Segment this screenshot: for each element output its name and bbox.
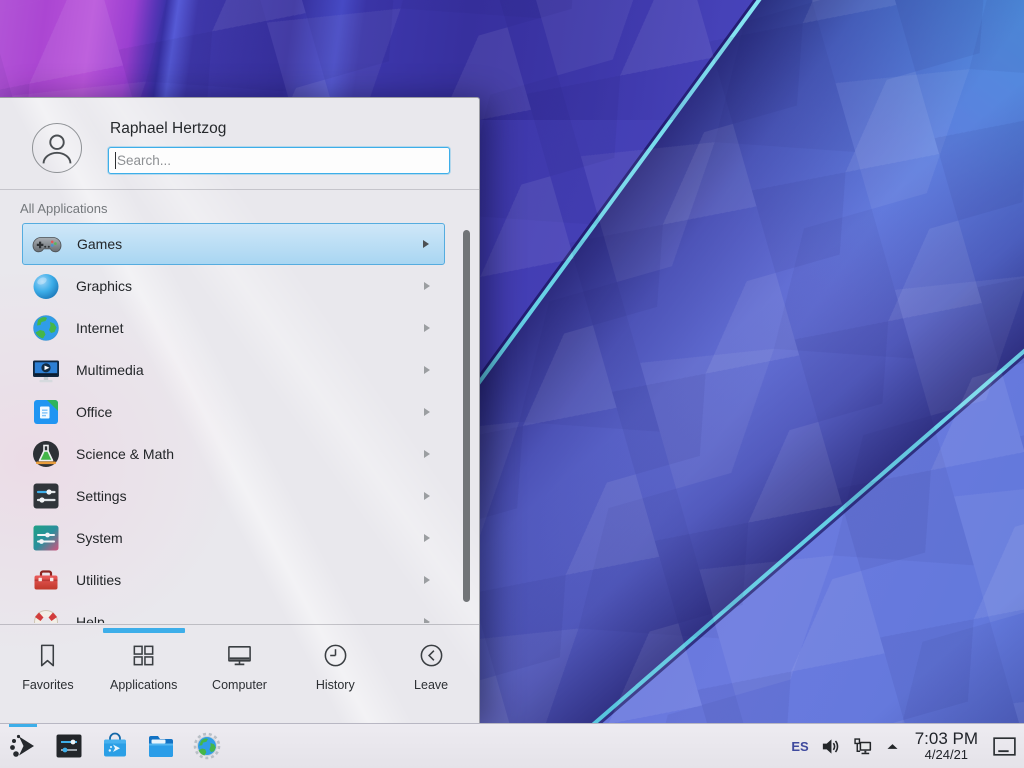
submenu-arrow-icon xyxy=(422,239,430,249)
tab-computer[interactable]: Computer xyxy=(192,625,288,723)
expand-up-icon[interactable] xyxy=(884,738,901,755)
taskbar: ES 7:03 PM 4/24/21 xyxy=(0,723,1024,768)
gamepad-icon xyxy=(31,228,63,260)
keyboard-layout-indicator[interactable]: ES xyxy=(791,739,808,754)
category-item-graphics[interactable]: Graphics xyxy=(22,265,445,307)
submenu-arrow-icon xyxy=(423,617,431,623)
application-launcher-menu: Raphael Hertzog All Applications Games G… xyxy=(0,97,480,723)
web-browser-button[interactable] xyxy=(192,731,222,761)
leave-icon xyxy=(418,642,445,669)
clock-time: 7:03 PM xyxy=(915,730,978,748)
desktop: Raphael Hertzog All Applications Games G… xyxy=(0,0,1024,768)
section-label: All Applications xyxy=(20,201,107,216)
system-icon xyxy=(30,522,62,554)
user-name: Raphael Hertzog xyxy=(110,120,226,138)
graphics-icon xyxy=(30,270,62,302)
system-tray: ES 7:03 PM 4/24/21 xyxy=(791,724,1020,768)
grid-icon xyxy=(130,642,157,669)
text-cursor xyxy=(115,152,116,169)
discover-button[interactable] xyxy=(100,731,130,761)
submenu-arrow-icon xyxy=(423,449,431,459)
category-item-multimedia[interactable]: Multimedia xyxy=(22,349,445,391)
taskbar-launchers xyxy=(8,731,222,761)
tab-applications[interactable]: Applications xyxy=(96,625,192,723)
help-icon xyxy=(30,606,62,623)
network-icon[interactable] xyxy=(852,736,873,757)
clock-date: 4/24/21 xyxy=(915,748,978,762)
monitor-icon xyxy=(226,642,253,669)
tab-history[interactable]: History xyxy=(287,625,383,723)
category-item-science-math[interactable]: Science & Math xyxy=(22,433,445,475)
user-avatar[interactable] xyxy=(32,123,82,173)
category-item-games[interactable]: Games xyxy=(22,223,445,265)
multimedia-icon xyxy=(30,354,62,386)
submenu-arrow-icon xyxy=(423,365,431,375)
submenu-arrow-icon xyxy=(423,407,431,417)
tab-favorites[interactable]: Favorites xyxy=(0,625,96,723)
system-settings-button[interactable] xyxy=(54,731,84,761)
category-list: Games Graphics Internet Multimedia Offic… xyxy=(22,223,445,623)
utilities-icon xyxy=(30,564,62,596)
application-launcher-button[interactable] xyxy=(8,731,38,761)
submenu-arrow-icon xyxy=(423,323,431,333)
office-icon xyxy=(30,396,62,428)
tab-leave[interactable]: Leave xyxy=(383,625,479,723)
bookmark-icon xyxy=(34,642,61,669)
globe-icon xyxy=(30,312,62,344)
category-item-help[interactable]: Help xyxy=(22,601,445,623)
scrollbar-thumb[interactable] xyxy=(463,230,470,602)
header-divider xyxy=(0,189,479,190)
clock[interactable]: 7:03 PM 4/24/21 xyxy=(915,730,978,762)
submenu-arrow-icon xyxy=(423,533,431,543)
settings-icon xyxy=(30,480,62,512)
category-item-settings[interactable]: Settings xyxy=(22,475,445,517)
search-input[interactable] xyxy=(108,147,450,174)
file-manager-button[interactable] xyxy=(146,731,176,761)
category-item-utilities[interactable]: Utilities xyxy=(22,559,445,601)
submenu-arrow-icon xyxy=(423,575,431,585)
science-icon xyxy=(30,438,62,470)
category-item-system[interactable]: System xyxy=(22,517,445,559)
submenu-arrow-icon xyxy=(423,281,431,291)
show-desktop-button[interactable] xyxy=(991,733,1018,760)
tab-bar: Favorites Applications Computer History … xyxy=(0,625,479,723)
submenu-arrow-icon xyxy=(423,491,431,501)
clock-icon xyxy=(322,642,349,669)
category-item-internet[interactable]: Internet xyxy=(22,307,445,349)
category-item-office[interactable]: Office xyxy=(22,391,445,433)
volume-icon[interactable] xyxy=(820,736,841,757)
